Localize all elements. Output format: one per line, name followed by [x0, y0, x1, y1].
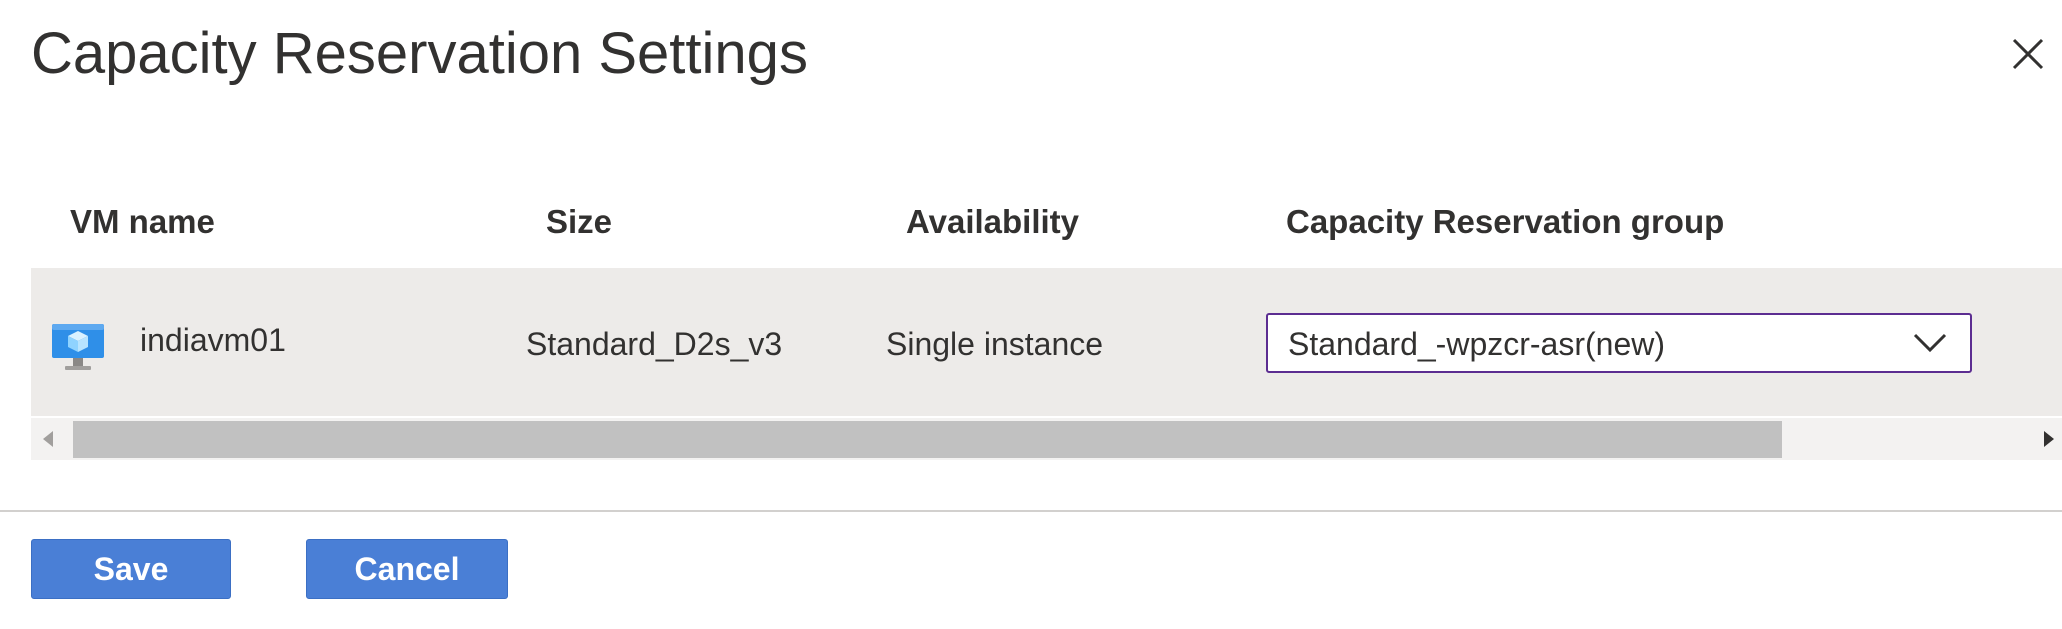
dialog-title: Capacity Reservation Settings [31, 21, 808, 86]
scroll-right-arrow-icon[interactable] [2042, 430, 2056, 448]
close-button[interactable] [2008, 34, 2048, 74]
vm-name-cell: indiavm01 [140, 322, 286, 358]
scroll-left-arrow-icon[interactable] [41, 430, 55, 448]
capacity-reservation-group-dropdown[interactable]: Standard_-wpzcr-asr(new) [1266, 313, 1972, 373]
column-header-vm-name: VM name [70, 203, 215, 240]
cancel-button[interactable]: Cancel [306, 539, 508, 599]
save-button[interactable]: Save [31, 539, 231, 599]
table-row: indiavm01 Standard_D2s_v3 Single instanc… [31, 268, 2062, 416]
footer-divider [0, 510, 2062, 512]
horizontal-scrollbar[interactable] [31, 418, 2062, 460]
close-icon [2012, 38, 2044, 70]
availability-cell: Single instance [886, 326, 1104, 362]
column-header-capacity-reservation-group: Capacity Reservation group [1286, 203, 1725, 240]
column-header-size: Size [546, 203, 613, 240]
virtual-machine-icon [51, 322, 105, 372]
scrollbar-thumb[interactable] [73, 421, 1782, 458]
dropdown-selected-value: Standard_-wpzcr-asr(new) [1288, 326, 1666, 362]
capacity-reservation-dialog: Capacity Reservation Settings VM name Si… [0, 0, 2062, 629]
chevron-down-icon [1912, 331, 1948, 355]
column-header-availability: Availability [906, 203, 1080, 240]
size-cell: Standard_D2s_v3 [526, 326, 783, 362]
